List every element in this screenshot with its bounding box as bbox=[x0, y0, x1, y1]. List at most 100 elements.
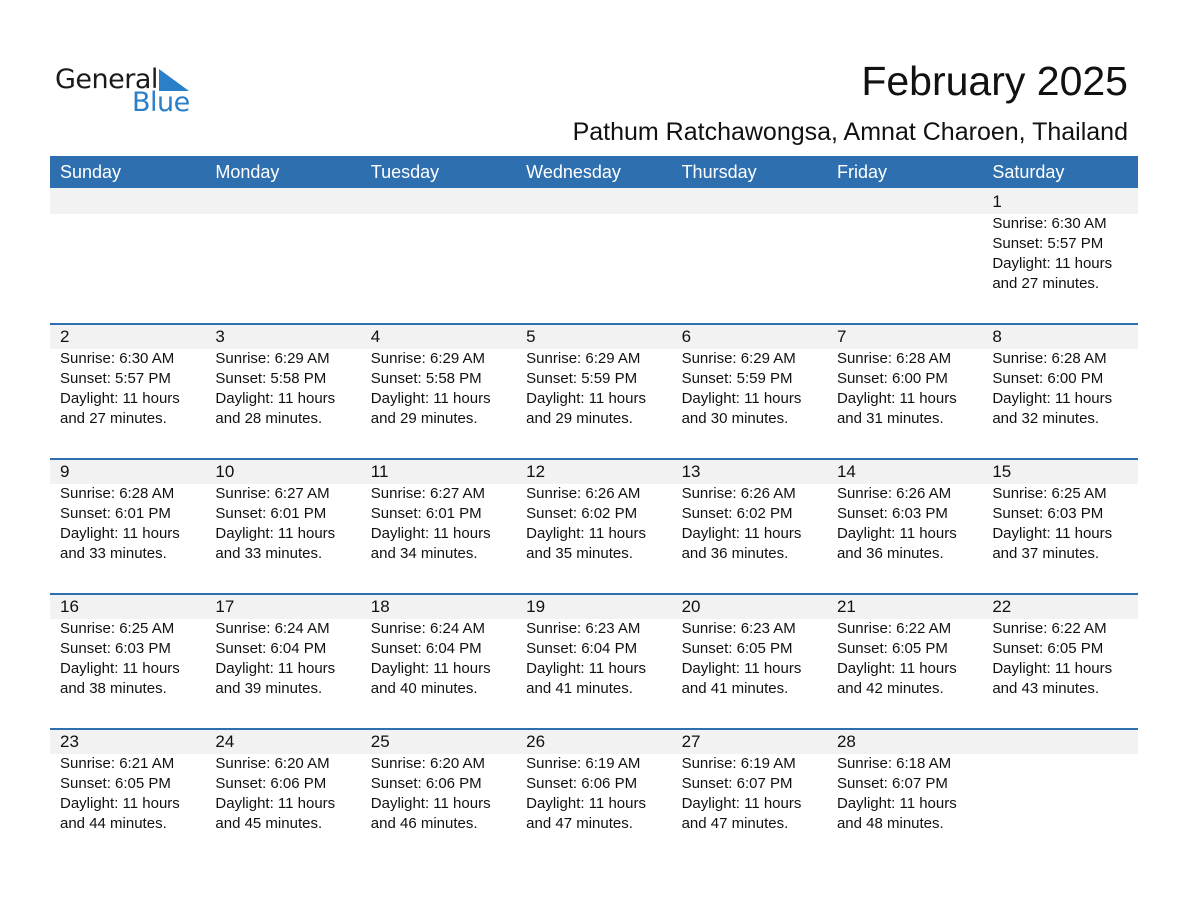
daylight-duration: Daylight: 11 hours bbox=[526, 525, 646, 542]
day-number: 1 bbox=[992, 192, 1002, 211]
daylight-duration: Daylight: 11 hours bbox=[215, 525, 336, 542]
daylight-duration: Daylight: 11 hours bbox=[526, 795, 646, 812]
sunrise-time: Sunrise: 6:26 AM bbox=[681, 485, 796, 502]
sunrise-time: Sunrise: 6:25 AM bbox=[992, 485, 1107, 502]
sunset-time: Sunset: 6:02 PM bbox=[681, 505, 793, 522]
daylight-duration: Daylight: 11 hours bbox=[836, 390, 957, 407]
daylight-duration: Daylight: 11 hours bbox=[992, 255, 1113, 272]
day-number: 9 bbox=[60, 462, 70, 481]
day-number: 20 bbox=[681, 597, 701, 616]
day-cell: 4 Sunrise: 6:29 AM Sunset: 5:58 PM Daylight… bbox=[361, 323, 516, 429]
day-cell: 10 Sunrise: 6:27 AM Sunset: 6:01 PM Dayligh… bbox=[205, 458, 360, 564]
sunset-time: Sunset: 6:06 PM bbox=[370, 775, 482, 792]
sunrise-time: Sunrise: 6:26 AM bbox=[526, 485, 641, 502]
sunrise-time: Sunrise: 6:21 AM bbox=[60, 755, 175, 772]
daylight-duration: Daylight: 11 hours bbox=[681, 795, 802, 812]
sunrise-time: Sunrise: 6:27 AM bbox=[370, 485, 486, 502]
sunset-time: Sunset: 6:06 PM bbox=[215, 775, 327, 792]
sunrise-time: Sunrise: 6:18 AM bbox=[836, 755, 952, 772]
daylight-duration: Daylight: 11 hours bbox=[681, 660, 802, 677]
sunset-time: Sunset: 6:00 PM bbox=[992, 370, 1104, 387]
daylight-duration-minutes: and 33 minutes. bbox=[215, 545, 323, 562]
daylight-duration: Daylight: 11 hours bbox=[60, 795, 180, 812]
sunrise-time: Sunrise: 6:24 AM bbox=[370, 620, 486, 637]
day-number: 17 bbox=[215, 597, 235, 616]
daylight-duration-minutes: and 47 minutes. bbox=[681, 815, 789, 832]
sunset-time: Sunset: 6:03 PM bbox=[992, 505, 1104, 522]
day-cell: 1 Sunrise: 6:30 AM Sunset: 5:57 PM Daylight… bbox=[982, 188, 1137, 294]
day-number bbox=[992, 731, 1137, 754]
day-number bbox=[682, 191, 827, 214]
day-cell: 8 Sunrise: 6:28 AM Sunset: 6:00 PM Daylight… bbox=[982, 323, 1137, 429]
daylight-duration-minutes: and 35 minutes. bbox=[526, 545, 633, 562]
sunrise-time: Sunrise: 6:28 AM bbox=[60, 485, 175, 502]
day-number: 8 bbox=[992, 327, 1002, 346]
daylight-duration: Daylight: 11 hours bbox=[215, 660, 336, 677]
day-cell: 13 Sunrise: 6:26 AM Sunset: 6:02 PM Dayligh… bbox=[672, 458, 827, 564]
sunrise-time: Sunrise: 6:25 AM bbox=[60, 620, 175, 637]
week-row: 1 Sunrise: 6:30 AM Sunset: 5:57 PM Daylight… bbox=[50, 188, 1138, 323]
day-number: 15 bbox=[992, 462, 1012, 481]
day-cell: 12 Sunrise: 6:26 AM Sunset: 6:02 PM Dayligh… bbox=[516, 458, 671, 564]
sunrise-time: Sunrise: 6:28 AM bbox=[836, 350, 952, 367]
weekday-saturday: Saturday bbox=[992, 162, 1065, 182]
weekday-friday: Friday bbox=[836, 162, 887, 182]
day-cell: 19 Sunrise: 6:23 AM Sunset: 6:04 PM Dayligh… bbox=[516, 593, 671, 699]
day-cell: 23 Sunrise: 6:21 AM Sunset: 6:05 PM Dayligh… bbox=[50, 728, 205, 834]
day-cell: 28 Sunrise: 6:18 AM Sunset: 6:07 PM Dayligh… bbox=[827, 728, 982, 834]
day-number: 19 bbox=[526, 597, 546, 616]
sunset-time: Sunset: 6:05 PM bbox=[836, 640, 948, 657]
daylight-duration-minutes: and 31 minutes. bbox=[836, 410, 944, 427]
daylight-duration-minutes: and 47 minutes. bbox=[526, 815, 633, 832]
sunset-time: Sunset: 5:59 PM bbox=[526, 370, 638, 387]
empty-day-cell bbox=[827, 188, 982, 294]
day-number: 27 bbox=[681, 732, 701, 751]
sunrise-time: Sunrise: 6:23 AM bbox=[526, 620, 641, 637]
day-cell: 20 Sunrise: 6:23 AM Sunset: 6:05 PM Dayligh… bbox=[672, 593, 827, 699]
sunset-time: Sunset: 6:01 PM bbox=[370, 505, 482, 522]
week-row: 2 Sunrise: 6:30 AM Sunset: 5:57 PM Daylight… bbox=[50, 323, 1138, 458]
weekday-header: Sunday Monday Tuesday Wednesday Thursday… bbox=[50, 156, 1138, 188]
sunrise-time: Sunrise: 6:30 AM bbox=[60, 350, 175, 367]
sunset-time: Sunset: 6:04 PM bbox=[526, 640, 638, 657]
weekday-tuesday: Tuesday bbox=[370, 162, 440, 182]
page-title: February 2025 bbox=[861, 58, 1128, 104]
sunrise-time: Sunrise: 6:22 AM bbox=[836, 620, 952, 637]
day-number bbox=[371, 191, 516, 214]
daylight-duration-minutes: and 36 minutes. bbox=[681, 545, 789, 562]
day-cell: 14 Sunrise: 6:26 AM Sunset: 6:03 PM Dayligh… bbox=[827, 458, 982, 564]
sunrise-time: Sunrise: 6:27 AM bbox=[215, 485, 330, 502]
sunset-time: Sunset: 6:07 PM bbox=[681, 775, 793, 792]
sunset-time: Sunset: 6:03 PM bbox=[836, 505, 948, 522]
empty-day-cell bbox=[982, 728, 1137, 834]
day-cell: 27 Sunrise: 6:19 AM Sunset: 6:07 PM Dayligh… bbox=[672, 728, 827, 834]
sunset-time: Sunset: 6:06 PM bbox=[526, 775, 638, 792]
calendar-grid: Sunday Monday Tuesday Wednesday Thursday… bbox=[50, 156, 1138, 863]
daylight-duration: Daylight: 11 hours bbox=[370, 795, 491, 812]
day-number: 21 bbox=[836, 597, 856, 616]
daylight-duration-minutes: and 43 minutes. bbox=[992, 680, 1100, 697]
daylight-duration: Daylight: 11 hours bbox=[526, 390, 646, 407]
day-number: 25 bbox=[370, 732, 390, 751]
daylight-duration-minutes: and 34 minutes. bbox=[370, 545, 478, 562]
daylight-duration-minutes: and 42 minutes. bbox=[836, 680, 944, 697]
logo-text-blue: Blue bbox=[132, 87, 190, 118]
day-number: 23 bbox=[60, 732, 79, 751]
day-cell: 18 Sunrise: 6:24 AM Sunset: 6:04 PM Dayligh… bbox=[361, 593, 516, 699]
day-cell: 11 Sunrise: 6:27 AM Sunset: 6:01 PM Dayligh… bbox=[361, 458, 516, 564]
weekday-monday: Monday bbox=[215, 162, 280, 182]
sunset-time: Sunset: 6:05 PM bbox=[992, 640, 1104, 657]
daylight-duration-minutes: and 33 minutes. bbox=[60, 545, 167, 562]
daylight-duration: Daylight: 11 hours bbox=[60, 660, 180, 677]
location-subtitle: Pathum Ratchawongsa, Amnat Charoen, Thai… bbox=[572, 118, 1128, 146]
daylight-duration-minutes: and 29 minutes. bbox=[526, 410, 633, 427]
sunset-time: Sunset: 6:05 PM bbox=[60, 775, 171, 792]
daylight-duration-minutes: and 40 minutes. bbox=[370, 680, 478, 697]
sunset-time: Sunset: 6:00 PM bbox=[836, 370, 948, 387]
sunset-time: Sunset: 6:04 PM bbox=[370, 640, 482, 657]
day-number: 5 bbox=[526, 327, 536, 346]
day-number: 3 bbox=[215, 327, 225, 346]
day-number bbox=[526, 191, 671, 214]
sunset-time: Sunset: 6:01 PM bbox=[215, 505, 327, 522]
empty-day-cell bbox=[361, 188, 516, 294]
